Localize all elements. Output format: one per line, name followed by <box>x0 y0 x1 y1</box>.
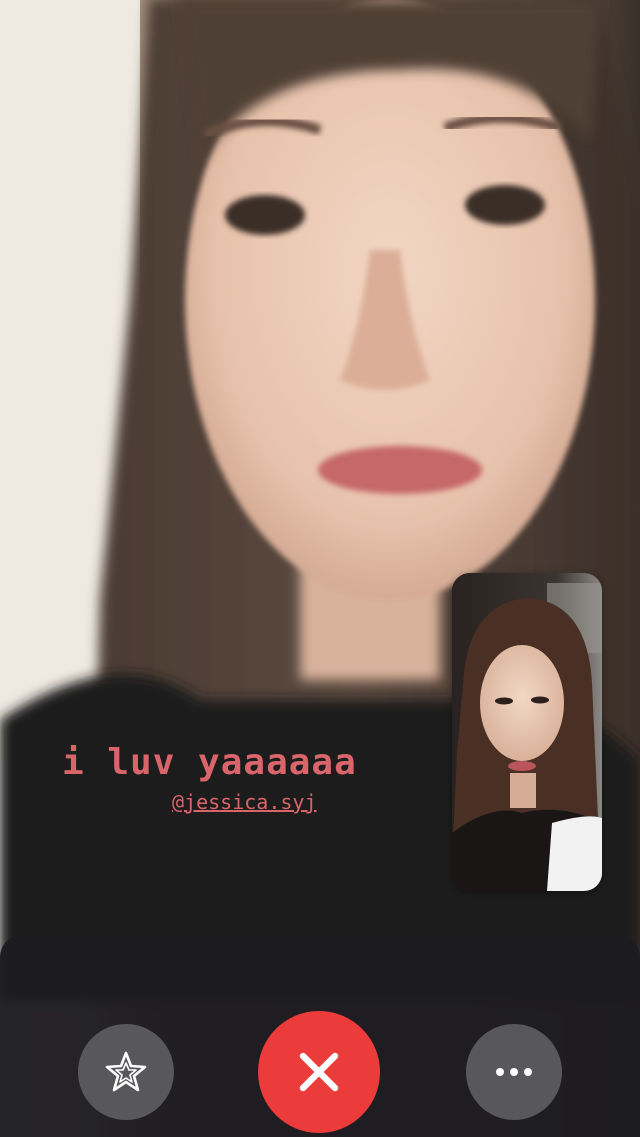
close-x-icon <box>299 1052 339 1092</box>
more-options-button[interactable] <box>466 1024 562 1120</box>
effects-button[interactable] <box>78 1024 174 1120</box>
self-preview-image <box>452 573 602 891</box>
mention-handle[interactable]: @jessica.syj <box>172 790 317 814</box>
ellipsis-dot <box>510 1068 518 1076</box>
call-control-bar <box>0 935 640 1137</box>
ellipsis-dot <box>524 1068 532 1076</box>
ellipsis-dot <box>496 1068 504 1076</box>
ellipsis-icon <box>496 1068 532 1076</box>
facetime-call-screen: i luv yaaaaaa @jessica.syj <box>0 0 640 1137</box>
sticker-mention-link[interactable]: @jessica.syj <box>172 790 317 814</box>
self-preview-video[interactable] <box>452 573 602 891</box>
sticker-caption: i luv yaaaaaa <box>62 742 357 783</box>
star-effects-icon <box>105 1051 147 1092</box>
end-call-button[interactable] <box>258 1011 380 1133</box>
